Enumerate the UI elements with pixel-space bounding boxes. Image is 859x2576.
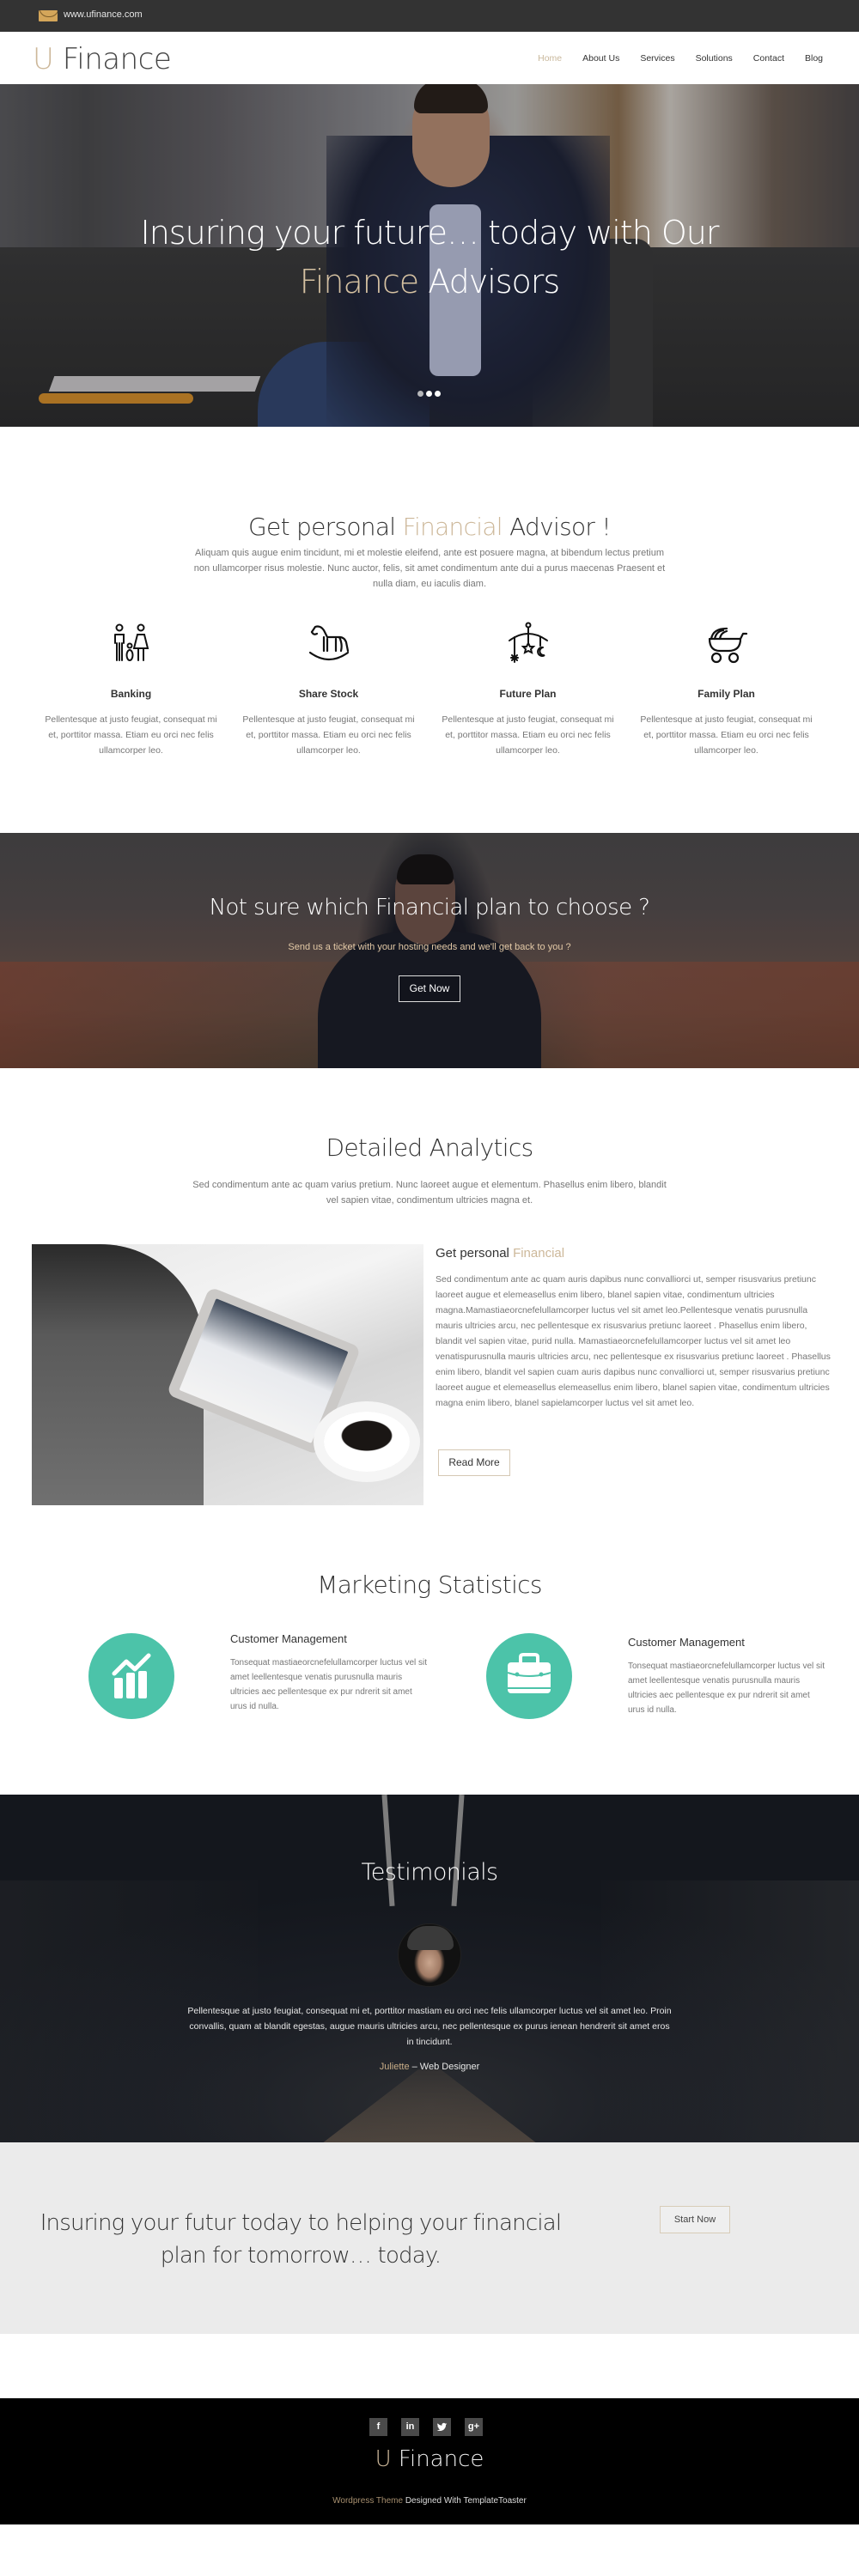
banner-text: Insuring your futur today to helping you… bbox=[40, 2210, 562, 2269]
marketing-title: Marketing Statistics bbox=[317, 1571, 542, 1599]
feature-name: Future Plan bbox=[499, 688, 557, 700]
feature-description: Pellentesque at justo feugiat, consequat… bbox=[640, 714, 813, 756]
hero-title: Insuring your future… today with Our Fin… bbox=[0, 209, 859, 307]
analytics-heading-accent: Financial bbox=[513, 1246, 565, 1261]
site-footer: f in g+ U Finance Wordpress Theme Design… bbox=[0, 2398, 859, 2524]
stat-description: Tonsequat mastiaeorcnefelullamcorper luc… bbox=[230, 1658, 427, 1711]
footer-credit: Wordpress Theme Designed With TemplateTo… bbox=[0, 2496, 859, 2506]
twitter-icon[interactable] bbox=[433, 2418, 451, 2436]
feature-description: Pellentesque at justo feugiat, consequat… bbox=[45, 714, 217, 756]
stat-heading: Customer Management bbox=[230, 1632, 347, 1645]
analytics-description: Sed condimentum ante ac quam varius pret… bbox=[192, 1180, 667, 1206]
tunnel-light-left bbox=[381, 1795, 395, 1907]
feature-card-share-stock: Share Stock Pellentesque at justo feugia… bbox=[232, 620, 425, 758]
photo-tablet-screen bbox=[179, 1298, 349, 1443]
social-links: f in g+ bbox=[369, 2418, 483, 2436]
linkedin-icon[interactable]: in bbox=[401, 2418, 419, 2436]
nav-about-us[interactable]: About Us bbox=[582, 53, 619, 64]
stat-heading: Customer Management bbox=[628, 1636, 745, 1649]
chart-growth-icon bbox=[112, 1653, 151, 1698]
family-icon bbox=[113, 623, 149, 661]
start-now-button[interactable]: Start Now bbox=[660, 2206, 730, 2233]
marketing-section: Marketing Statistics Customer Management… bbox=[0, 1546, 859, 1795]
get-now-button[interactable]: Get Now bbox=[399, 975, 460, 1002]
footer-credit-link[interactable]: Wordpress Theme bbox=[332, 2496, 403, 2506]
feature-name: Family Plan bbox=[698, 688, 755, 700]
avatar-cap bbox=[407, 1926, 454, 1950]
slider-dot[interactable] bbox=[435, 391, 441, 397]
bottom-banner: Insuring your futur today to helping you… bbox=[0, 2142, 859, 2334]
nav-solutions[interactable]: Solutions bbox=[696, 53, 733, 64]
testimonial-avatar bbox=[398, 1923, 461, 1987]
stat-circle-2 bbox=[486, 1633, 572, 1719]
author-role: – Web Designer bbox=[409, 2062, 480, 2072]
tunnel-light-right bbox=[451, 1795, 465, 1907]
feature-name: Share Stock bbox=[298, 688, 359, 700]
slider-dots bbox=[417, 391, 441, 397]
logo-accent: U bbox=[33, 42, 54, 76]
analytics-heading-start: Get personal bbox=[436, 1246, 514, 1261]
tablet-photo bbox=[32, 1244, 423, 1505]
cta-section: Not sure which Financial plan to choose … bbox=[0, 833, 859, 1068]
cta-title: Not sure which Financial plan to choose … bbox=[209, 895, 650, 920]
hero-title-line1: Insuring your future… today with Our bbox=[140, 214, 720, 252]
read-more-button[interactable]: Read More bbox=[438, 1449, 510, 1476]
photo-coffee-cup bbox=[324, 1412, 410, 1472]
baby-mobile-icon bbox=[508, 622, 548, 663]
google-plus-icon[interactable]: g+ bbox=[465, 2418, 483, 2436]
feature-description: Pellentesque at justo feugiat, consequat… bbox=[242, 714, 415, 756]
mail-icon bbox=[39, 10, 58, 21]
stat-description: Tonsequat mastiaeorcnefelullamcorper luc… bbox=[628, 1662, 825, 1715]
tunnel-track bbox=[318, 2069, 541, 2142]
features-title-accent: Financial bbox=[402, 513, 503, 541]
rocking-horse-icon bbox=[308, 625, 349, 661]
analytics-heading: Get personal Financial bbox=[436, 1246, 564, 1261]
footer-logo[interactable]: U Finance bbox=[0, 2446, 859, 2472]
main-nav: Home About Us Services Solutions Contact… bbox=[538, 53, 823, 64]
website-link[interactable]: www.ufinance.com bbox=[64, 9, 143, 20]
footer-logo-accent: U bbox=[375, 2446, 392, 2472]
feature-card-future-plan: Future Plan Pellentesque at justo feugia… bbox=[431, 620, 624, 758]
testimonial-quote: Pellentesque at justo feugiat, consequat… bbox=[187, 2006, 672, 2047]
features-title-end: Advisor ! bbox=[502, 513, 612, 541]
briefcase-icon bbox=[507, 1653, 551, 1693]
feature-card-banking: Banking Pellentesque at justo feugiat, c… bbox=[34, 620, 228, 758]
nav-services[interactable]: Services bbox=[640, 53, 674, 64]
features-section: Get personal Financial Advisor ! Aliquam… bbox=[0, 427, 859, 833]
features-title: Get personal Financial Advisor ! bbox=[0, 513, 859, 541]
features-description: Aliquam quis augue enim tincidunt, mi et… bbox=[193, 548, 666, 589]
feature-name: Banking bbox=[110, 688, 152, 700]
nav-contact[interactable]: Contact bbox=[753, 53, 784, 64]
testimonial-author: Juliette – Web Designer bbox=[0, 2062, 859, 2072]
author-name: Juliette bbox=[379, 2062, 410, 2072]
analytics-section: Detailed Analytics Sed condimentum ante … bbox=[0, 1068, 859, 1546]
nav-home[interactable]: Home bbox=[538, 53, 562, 64]
site-header: U Finance Home About Us Services Solutio… bbox=[0, 32, 859, 84]
slider-dot[interactable] bbox=[426, 391, 432, 397]
twitter-bird-glyph bbox=[436, 2422, 448, 2432]
testimonials-section: Testimonials Pellentesque at justo feugi… bbox=[0, 1795, 859, 2142]
hero-title-line2: Finance Advisors bbox=[0, 258, 859, 307]
analytics-body: Sed condimentum ante ac quam auris dapib… bbox=[436, 1274, 831, 1408]
footer-logo-text: Finance bbox=[391, 2446, 484, 2472]
hero-title-rest: Advisors bbox=[418, 263, 560, 301]
feature-card-family-plan: Family Plan Pellentesque at justo feugia… bbox=[630, 620, 823, 758]
feature-description: Pellentesque at justo feugiat, consequat… bbox=[442, 714, 614, 756]
features-title-start: Get personal bbox=[248, 513, 403, 541]
logo-text: Finance bbox=[53, 42, 172, 76]
facebook-icon[interactable]: f bbox=[369, 2418, 387, 2436]
testimonials-title: Testimonials bbox=[361, 1859, 498, 1886]
site-logo[interactable]: U Finance bbox=[33, 42, 172, 76]
analytics-title: Detailed Analytics bbox=[326, 1133, 534, 1162]
hero-title-accent: Finance bbox=[299, 263, 419, 301]
footer-credit-text: Designed With TemplateToaster bbox=[403, 2496, 527, 2506]
nav-blog[interactable]: Blog bbox=[805, 53, 823, 64]
slider-dot[interactable] bbox=[417, 391, 423, 397]
top-bar: www.ufinance.com bbox=[0, 0, 859, 32]
stat-circle-1 bbox=[88, 1633, 174, 1719]
cta-subtitle: Send us a ticket with your hosting needs… bbox=[288, 942, 571, 952]
hero-slider: Insuring your future… today with Our Fin… bbox=[0, 84, 859, 427]
stroller-icon bbox=[708, 627, 747, 664]
